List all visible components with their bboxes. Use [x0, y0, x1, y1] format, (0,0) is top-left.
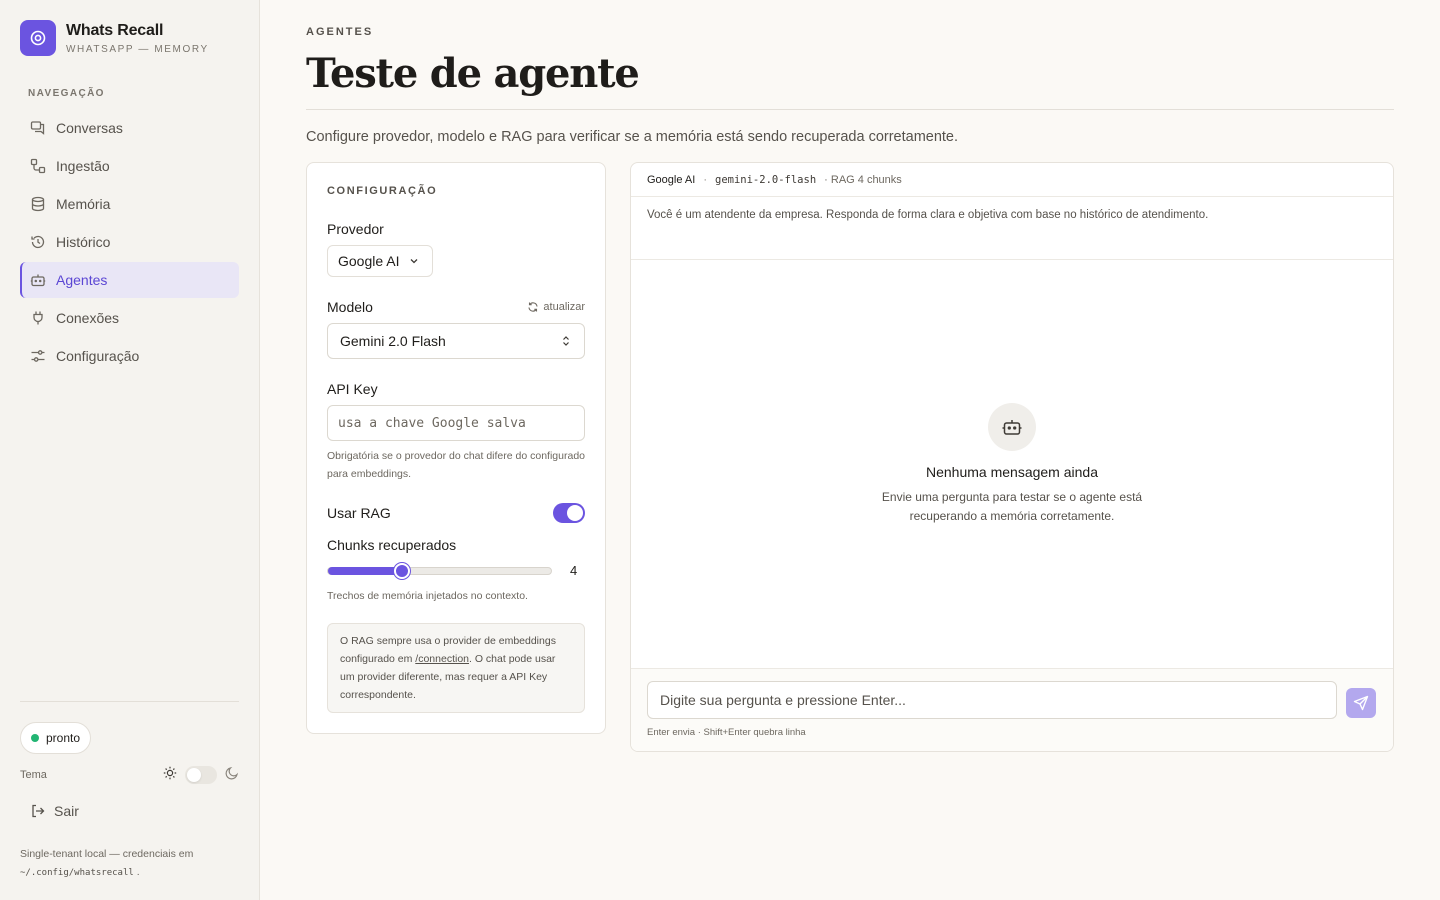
sidebar-nav: Conversas Ingestão Memória Histórico Age…	[20, 110, 239, 376]
refresh-models-button[interactable]: atualizar	[527, 301, 585, 313]
sun-icon	[163, 766, 177, 785]
chunks-slider-thumb[interactable]	[394, 563, 411, 579]
theme-row: Tema	[20, 766, 239, 784]
bot-icon	[30, 272, 46, 288]
page-eyebrow: AGENTES	[306, 26, 374, 38]
model-value: Gemini 2.0 Flash	[340, 333, 446, 349]
sidebar-item-label: Conexões	[56, 310, 120, 326]
provider-value: Google AI	[338, 253, 400, 269]
chunks-slider-fill	[328, 567, 403, 575]
connection-link[interactable]: /connection	[415, 653, 469, 665]
chunks-slider[interactable]	[327, 563, 552, 579]
sidebar-item-agentes[interactable]: Agentes	[20, 262, 239, 298]
footnote-text: Single-tenant local — credenciais em	[20, 848, 194, 860]
config-card: CONFIGURAÇÃO Provedor Google AI Modelo a…	[306, 162, 606, 734]
chat-rag-info: · RAG 4 chunks	[824, 173, 902, 186]
moon-icon	[225, 766, 239, 785]
rag-label: Usar RAG	[327, 505, 391, 521]
config-heading: CONFIGURAÇÃO	[327, 185, 438, 197]
database-icon	[30, 196, 46, 212]
sidebar: Whats Recall WHATSAPP — MEMORY NAVEGAÇÃO…	[0, 0, 260, 900]
chat-header: Google AI · gemini-2.0-flash · RAG 4 chu…	[631, 163, 1393, 197]
provider-select[interactable]: Google AI	[327, 245, 433, 277]
chunks-label: Chunks recuperados	[327, 537, 457, 553]
rag-toggle[interactable]	[553, 503, 585, 523]
chat-card: Google AI · gemini-2.0-flash · RAG 4 chu…	[630, 162, 1394, 752]
api-key-input[interactable]	[327, 405, 585, 441]
nav-heading: NAVEGAÇÃO	[28, 88, 105, 99]
api-key-help: Obrigatória se o provedor do chat difere…	[327, 450, 585, 480]
chat-header-separator: ·	[703, 173, 707, 186]
chunks-value: 4	[570, 563, 578, 578]
model-label: Modelo	[327, 299, 373, 315]
brand-subtitle: WHATSAPP — MEMORY	[66, 43, 209, 55]
plug-icon	[30, 310, 46, 326]
sidebar-item-historico[interactable]: Histórico	[20, 224, 239, 260]
sidebar-item-label: Histórico	[56, 234, 111, 250]
sidebar-item-configuracao[interactable]: Configuração	[20, 338, 239, 374]
sidebar-item-label: Configuração	[56, 348, 140, 364]
provider-label: Provedor	[327, 221, 384, 237]
send-icon	[1353, 695, 1369, 711]
chunks-help: Trechos de memória injetados no contexto…	[327, 590, 528, 602]
brand-name: Whats Recall	[66, 21, 164, 39]
theme-label: Tema	[20, 769, 47, 781]
system-prompt[interactable]: Você é um atendente da empresa. Responda…	[631, 197, 1393, 260]
logout-icon	[30, 803, 46, 819]
empty-state-description: Envie uma pergunta para testar se o agen…	[881, 490, 1143, 523]
page-title: Teste de agente	[306, 50, 640, 97]
chat-composer: Enter envia · Shift+Enter quebra linha	[631, 668, 1393, 751]
history-icon	[30, 234, 46, 250]
rag-note: O RAG sempre usa o provider de embedding…	[327, 623, 585, 713]
status-text: pronto	[46, 731, 81, 745]
api-key-label: API Key	[327, 381, 378, 397]
chat-provider: Google AI	[647, 173, 696, 186]
sidebar-item-conexoes[interactable]: Conexões	[20, 300, 239, 336]
model-select[interactable]: Gemini 2.0 Flash	[327, 323, 585, 359]
sidebar-item-label: Ingestão	[56, 158, 110, 174]
sidebar-item-conversas[interactable]: Conversas	[20, 110, 239, 146]
status-dot-icon	[31, 734, 39, 742]
logout-label: Sair	[54, 803, 79, 819]
status-badge: pronto	[20, 722, 92, 754]
chevron-updown-icon	[560, 334, 572, 348]
refresh-label: atualizar	[543, 301, 585, 313]
theme-toggle[interactable]	[185, 766, 217, 784]
footnote-end: .	[136, 866, 140, 878]
logout-button[interactable]: Sair	[30, 803, 79, 819]
brand[interactable]: Whats Recall WHATSAPP — MEMORY	[20, 20, 209, 56]
refresh-icon	[527, 301, 539, 313]
title-divider	[306, 109, 1394, 110]
send-button[interactable]	[1346, 688, 1376, 718]
sidebar-item-memoria[interactable]: Memória	[20, 186, 239, 222]
page-description: Configure provedor, modelo e RAG para ve…	[306, 129, 959, 145]
footnote-path: ~/.config/whatsrecall	[20, 868, 134, 878]
chat-icon	[30, 120, 46, 136]
composer-hint: Enter envia · Shift+Enter quebra linha	[647, 727, 806, 738]
sidebar-item-label: Memória	[56, 196, 111, 212]
sidebar-item-label: Conversas	[56, 120, 123, 136]
chevron-down-icon	[408, 255, 420, 267]
settings-icon	[30, 348, 46, 364]
chat-input[interactable]	[647, 681, 1337, 719]
sidebar-item-label: Agentes	[56, 272, 108, 288]
empty-state-title: Nenhuma mensagem ainda	[926, 464, 1098, 480]
chat-model: gemini-2.0-flash	[715, 173, 817, 186]
sidebar-divider	[20, 701, 239, 702]
bot-icon	[988, 403, 1036, 451]
ingest-icon	[30, 158, 46, 174]
footnote: Single-tenant local — credenciais em ~/.…	[20, 845, 193, 882]
sidebar-item-ingestao[interactable]: Ingestão	[20, 148, 239, 184]
brand-logo-icon	[20, 20, 56, 56]
